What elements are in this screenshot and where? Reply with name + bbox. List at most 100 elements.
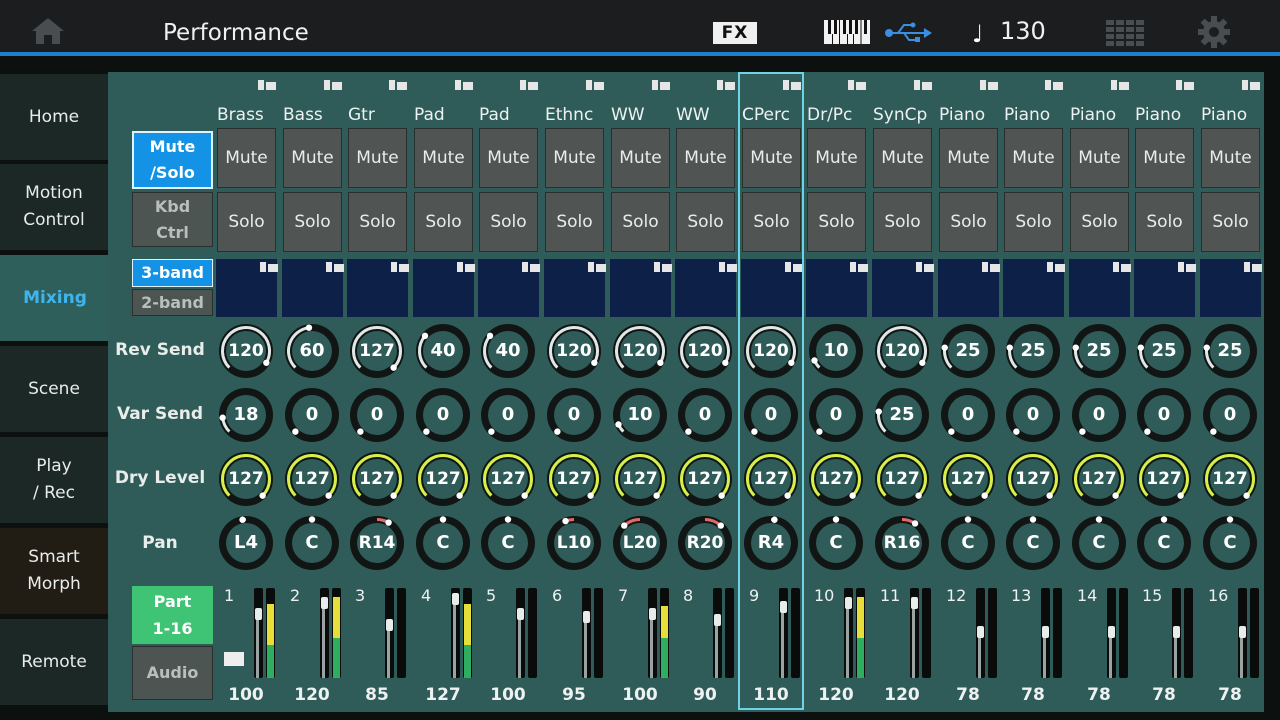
eq-edit-icon[interactable] xyxy=(588,262,606,272)
part-meter-block[interactable]: 4 xyxy=(413,580,474,682)
var-send-knob[interactable]: 0 xyxy=(282,385,342,445)
var-send-knob[interactable]: 0 xyxy=(1134,385,1194,445)
pan-knob[interactable]: R4 xyxy=(741,513,801,573)
eq-block[interactable] xyxy=(1069,259,1131,317)
var-send-knob[interactable]: 0 xyxy=(544,385,604,445)
tempo-value[interactable]: 130 xyxy=(1000,17,1046,45)
dry-level-knob[interactable]: 127 xyxy=(282,449,342,509)
dry-level-knob[interactable]: 127 xyxy=(478,449,538,509)
mute-button[interactable]: Mute xyxy=(611,128,670,188)
dry-level-knob[interactable]: 127 xyxy=(347,449,407,509)
part-meter-block[interactable]: 1 xyxy=(216,580,277,682)
dry-level-knob[interactable]: 127 xyxy=(544,449,604,509)
home-icon[interactable] xyxy=(30,16,66,46)
part-meter-block[interactable]: 16 xyxy=(1200,580,1261,682)
eq-block[interactable] xyxy=(1134,259,1196,317)
var-send-knob[interactable]: 25 xyxy=(872,385,932,445)
dry-level-knob[interactable]: 127 xyxy=(675,449,735,509)
solo-button[interactable]: Solo xyxy=(807,192,866,252)
eq-edit-icon[interactable] xyxy=(522,262,540,272)
part-meter-block[interactable]: 2 xyxy=(282,580,343,682)
rev-send-knob[interactable]: 120 xyxy=(610,321,670,381)
pan-knob[interactable]: C xyxy=(938,513,998,573)
part-edit-icon[interactable] xyxy=(717,80,735,90)
var-send-knob[interactable]: 0 xyxy=(1200,385,1260,445)
part-edit-icon[interactable] xyxy=(1111,80,1129,90)
volume-fader-knob[interactable] xyxy=(1108,626,1115,638)
part-name[interactable]: Piano xyxy=(1201,105,1247,125)
sidebar-item-play-rec[interactable]: Play / Rec xyxy=(0,437,108,525)
rev-send-knob[interactable]: 10 xyxy=(806,321,866,381)
rev-send-knob[interactable]: 120 xyxy=(675,321,735,381)
eq-block[interactable] xyxy=(478,259,540,317)
part-name[interactable]: Ethnc xyxy=(545,105,593,125)
var-send-knob[interactable]: 18 xyxy=(216,385,276,445)
pan-knob[interactable]: L4 xyxy=(216,513,276,573)
rev-send-knob[interactable]: 120 xyxy=(741,321,801,381)
rev-send-knob[interactable]: 25 xyxy=(938,321,998,381)
part-edit-icon[interactable] xyxy=(914,80,932,90)
part-name[interactable]: SynCp xyxy=(873,105,927,125)
part-name[interactable]: Gtr xyxy=(348,105,375,125)
part-name[interactable]: Piano xyxy=(1004,105,1050,125)
dry-level-knob[interactable]: 127 xyxy=(938,449,998,509)
volume-fader-knob[interactable] xyxy=(321,597,328,609)
part-meter-block[interactable]: 8 xyxy=(675,580,736,682)
pan-knob[interactable]: C xyxy=(1003,513,1063,573)
mute-button[interactable]: Mute xyxy=(283,128,342,188)
var-send-knob[interactable]: 0 xyxy=(1003,385,1063,445)
part-name[interactable]: WW xyxy=(611,105,645,125)
solo-button[interactable]: Solo xyxy=(676,192,735,252)
pan-knob[interactable]: C xyxy=(806,513,866,573)
eq-block[interactable] xyxy=(872,259,934,317)
eq-block[interactable] xyxy=(675,259,737,317)
grid-icon[interactable] xyxy=(1106,20,1144,46)
solo-button[interactable]: Solo xyxy=(414,192,473,252)
volume-fader-knob[interactable] xyxy=(649,608,656,620)
part-meter-block[interactable]: 12 xyxy=(938,580,999,682)
part-name[interactable]: Dr/Pc xyxy=(807,105,852,125)
mute-solo-button[interactable]: Mute /Solo xyxy=(132,131,213,189)
pan-knob[interactable]: L20 xyxy=(610,513,670,573)
part-edit-icon[interactable] xyxy=(586,80,604,90)
solo-button[interactable]: Solo xyxy=(611,192,670,252)
solo-button[interactable]: Solo xyxy=(217,192,276,252)
mute-button[interactable]: Mute xyxy=(1135,128,1194,188)
eq-block[interactable] xyxy=(610,259,672,317)
part-edit-icon[interactable] xyxy=(324,80,342,90)
part-name[interactable]: CPerc xyxy=(742,105,790,125)
solo-button[interactable]: Solo xyxy=(348,192,407,252)
eq-edit-icon[interactable] xyxy=(654,262,672,272)
var-send-knob[interactable]: 10 xyxy=(610,385,670,445)
pan-knob[interactable]: C xyxy=(413,513,473,573)
solo-button[interactable]: Solo xyxy=(742,192,801,252)
var-send-knob[interactable]: 0 xyxy=(347,385,407,445)
part-name[interactable]: WW xyxy=(676,105,710,125)
pan-knob[interactable]: R20 xyxy=(675,513,735,573)
solo-button[interactable]: Solo xyxy=(1004,192,1063,252)
sidebar-item-motion-control[interactable]: Motion Control xyxy=(0,164,108,252)
var-send-knob[interactable]: 0 xyxy=(675,385,735,445)
eq-block[interactable] xyxy=(938,259,1000,317)
part-1-16-button[interactable]: Part 1-16 xyxy=(132,586,213,644)
audio-button[interactable]: Audio xyxy=(132,646,213,700)
part-edit-icon[interactable] xyxy=(980,80,998,90)
eq-edit-icon[interactable] xyxy=(719,262,737,272)
solo-button[interactable]: Solo xyxy=(1135,192,1194,252)
volume-fader-knob[interactable] xyxy=(386,619,393,631)
volume-fader-knob[interactable] xyxy=(714,614,721,626)
eq-edit-icon[interactable] xyxy=(391,262,409,272)
3-band-button[interactable]: 3-band xyxy=(132,259,213,287)
part-meter-block[interactable]: 3 xyxy=(347,580,408,682)
rev-send-knob[interactable]: 120 xyxy=(872,321,932,381)
rev-send-knob[interactable]: 25 xyxy=(1069,321,1129,381)
rev-send-knob[interactable]: 40 xyxy=(478,321,538,381)
var-send-knob[interactable]: 0 xyxy=(1069,385,1129,445)
dry-level-knob[interactable]: 127 xyxy=(216,449,276,509)
solo-button[interactable]: Solo xyxy=(873,192,932,252)
var-send-knob[interactable]: 0 xyxy=(478,385,538,445)
volume-fader-knob[interactable] xyxy=(517,608,524,620)
pan-knob[interactable]: R16 xyxy=(872,513,932,573)
pan-knob[interactable]: L10 xyxy=(544,513,604,573)
part-meter-block[interactable]: 13 xyxy=(1003,580,1064,682)
